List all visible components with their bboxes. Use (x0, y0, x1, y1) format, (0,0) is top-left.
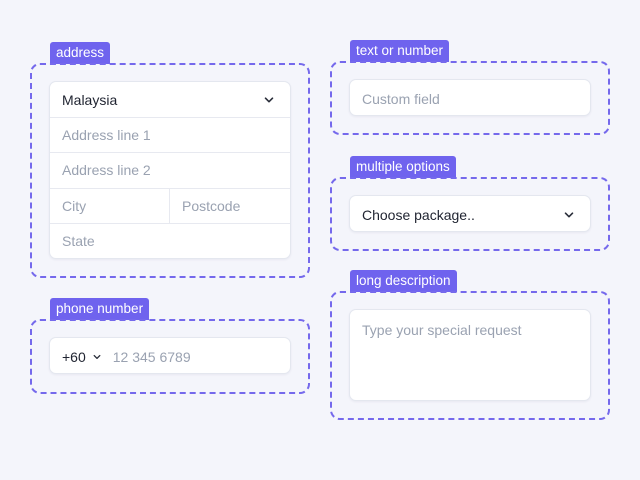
text-number-tag: text or number (350, 40, 450, 62)
long-description-tag: long description (350, 270, 457, 292)
chevron-down-icon (93, 353, 101, 361)
multiple-options-tag: multiple options (350, 156, 456, 178)
address-line2-placeholder: Address line 2 (62, 162, 151, 178)
special-request-textarea[interactable]: Type your special request (349, 309, 591, 401)
phone-tag: phone number (50, 298, 150, 320)
city-postcode-row: City Postcode (50, 188, 290, 223)
city-input[interactable]: City (50, 189, 170, 223)
custom-field-placeholder: Custom field (362, 90, 440, 107)
country-code-value: +60 (62, 348, 86, 365)
country-code-select[interactable]: +60 (50, 338, 105, 373)
state-input[interactable]: State (50, 223, 290, 258)
postcode-input[interactable]: Postcode (170, 189, 290, 223)
package-value: Choose package.. (362, 206, 475, 223)
state-placeholder: State (62, 233, 95, 249)
chevron-down-icon (264, 95, 290, 105)
address-card: Malaysia Address line 1 Address line 2 C… (49, 81, 291, 259)
phone-row: +60 12 345 6789 (50, 338, 290, 373)
phone-card: +60 12 345 6789 (49, 337, 291, 374)
custom-field-card: Custom field (349, 79, 591, 116)
phone-input[interactable]: 12 345 6789 (105, 349, 191, 365)
address-tag: address (50, 42, 111, 64)
address-line1-placeholder: Address line 1 (62, 127, 151, 143)
country-select[interactable]: Malaysia (50, 82, 290, 117)
chevron-down-icon (564, 210, 590, 220)
country-value: Malaysia (62, 91, 118, 108)
address-line1-input[interactable]: Address line 1 (50, 117, 290, 152)
custom-field-input[interactable]: Custom field (350, 80, 590, 115)
package-card: Choose package.. (349, 195, 591, 232)
address-line2-input[interactable]: Address line 2 (50, 152, 290, 187)
special-request-placeholder: Type your special request (362, 322, 522, 338)
package-select[interactable]: Choose package.. (350, 196, 590, 231)
form-field-showcase: address Malaysia Address line 1 Address … (0, 0, 640, 480)
